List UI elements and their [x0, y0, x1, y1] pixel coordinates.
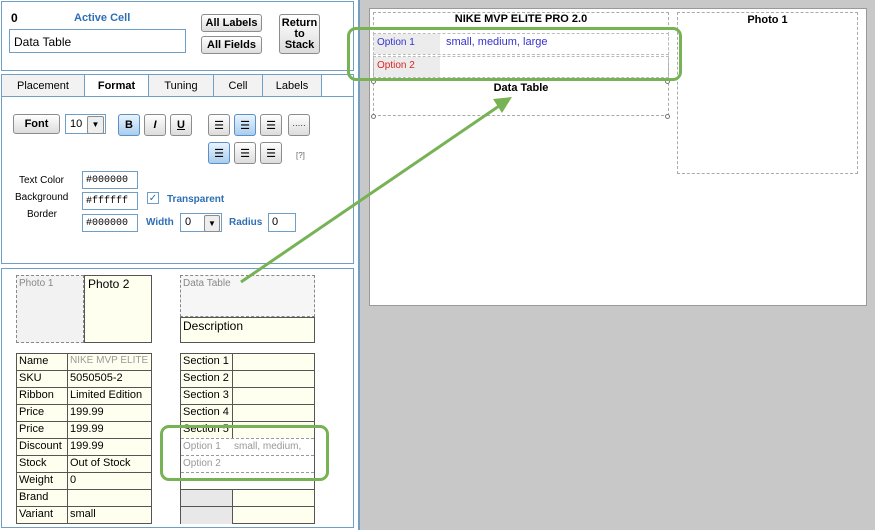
- annotation-arrow: [240, 97, 512, 284]
- arrow-head: [493, 97, 512, 113]
- arrow-line: [240, 102, 503, 284]
